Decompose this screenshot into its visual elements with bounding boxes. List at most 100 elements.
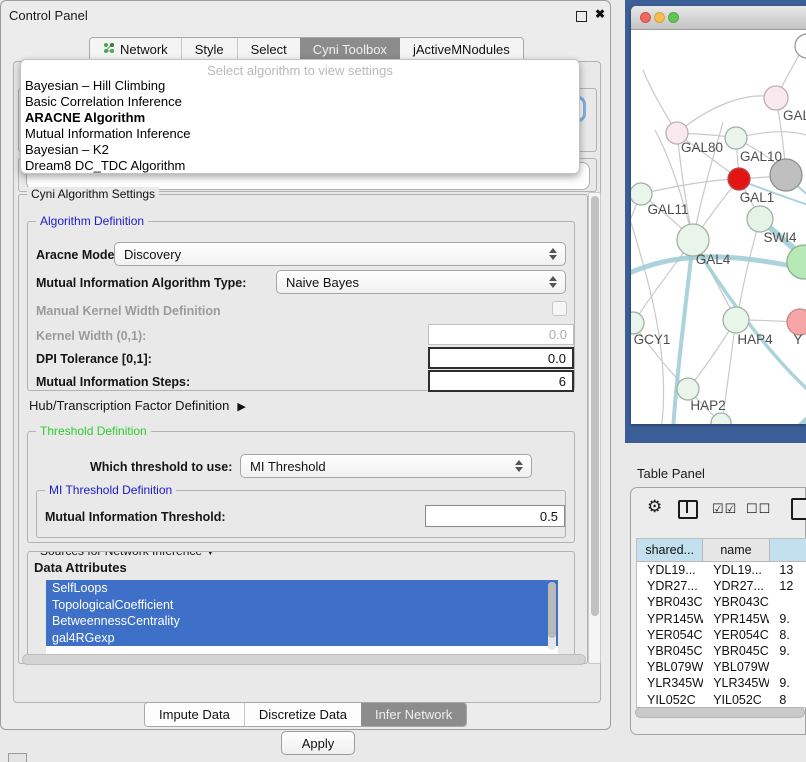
mit-input[interactable]: 0.5 bbox=[425, 505, 565, 527]
minimize-traffic-light-icon[interactable] bbox=[654, 12, 665, 23]
manual-kernel-label: Manual Kernel Width Definition bbox=[36, 304, 221, 318]
network-node[interactable] bbox=[747, 206, 773, 232]
table-row[interactable]: YBL079WYBL079W bbox=[637, 659, 806, 675]
mi-type-value: Naive Bayes bbox=[286, 275, 359, 290]
document-icon[interactable] bbox=[791, 498, 806, 520]
algorithm-list: Bayesian – Hill ClimbingBasic Correlatio… bbox=[21, 78, 579, 174]
tab-infer-network[interactable]: Infer Network bbox=[361, 703, 466, 726]
bottom-left-mini-button[interactable] bbox=[8, 753, 27, 762]
algorithm-option[interactable]: Bayesian – K2 bbox=[21, 142, 579, 158]
network-node-label: Y bbox=[793, 332, 802, 347]
data-attribute-item[interactable]: gal4RGexp bbox=[46, 630, 558, 647]
algorithm-option[interactable]: Bayesian – Hill Climbing bbox=[21, 78, 579, 94]
network-node-label: GAL4 bbox=[696, 252, 731, 267]
dpi-tolerance-input[interactable]: 0.0 bbox=[428, 347, 574, 369]
table-row[interactable]: YDL19...YDL19...13 bbox=[637, 562, 806, 578]
settings-vertical-scrollbar[interactable] bbox=[588, 192, 601, 664]
zoom-traffic-light-icon[interactable] bbox=[668, 12, 679, 23]
table-row[interactable]: YBR043CYBR043C bbox=[637, 594, 806, 610]
tab-cyni-toolbox-label: Cyni Toolbox bbox=[313, 38, 387, 61]
table-row[interactable]: YER054CYER054C8. bbox=[637, 627, 806, 643]
tab-style[interactable]: Style bbox=[181, 38, 237, 61]
float-window-icon[interactable] bbox=[576, 11, 587, 22]
list-scrollbar[interactable] bbox=[548, 582, 556, 650]
table-cell: YDR27... bbox=[637, 579, 703, 593]
table-cell: YPR145W bbox=[703, 612, 769, 626]
network-window-titlebar[interactable] bbox=[631, 6, 806, 30]
select-all-checkboxes-icon[interactable]: ☑☑ bbox=[712, 501, 737, 517]
network-canvas[interactable]: GALGAL80GAL10GAL11GAL1SWI4GAL4GCY1HAP4YH… bbox=[631, 30, 806, 424]
tab-cyni-toolbox[interactable]: Cyni Toolbox bbox=[300, 38, 400, 61]
tab-select-label: Select bbox=[251, 38, 287, 61]
tab-network[interactable]: Network bbox=[90, 38, 181, 61]
tab-style-label: Style bbox=[195, 38, 224, 61]
table-cell: 13 bbox=[769, 563, 806, 577]
network-node[interactable] bbox=[711, 413, 731, 424]
tab-select[interactable]: Select bbox=[237, 38, 300, 61]
network-node-label: GAL80 bbox=[681, 140, 723, 155]
network-node[interactable] bbox=[725, 127, 747, 149]
table-panel-window: ⚙ ☑☑ ☐☐ shared... name YDL19...YDL19...1… bbox=[630, 487, 806, 735]
cyni-algorithm-settings-group: Cyni Algorithm Settings Algorithm Defini… bbox=[18, 194, 588, 664]
table-row[interactable]: YLR345WYLR345W9. bbox=[637, 675, 806, 691]
network-node[interactable] bbox=[728, 168, 750, 190]
column-header-name[interactable]: name bbox=[703, 539, 769, 561]
network-node-label: GAL1 bbox=[740, 190, 775, 205]
algorithm-option[interactable]: Basic Correlation Inference bbox=[21, 94, 579, 110]
network-node[interactable] bbox=[795, 34, 806, 58]
column-header-partial[interactable] bbox=[770, 539, 806, 561]
hub-definition-toggle[interactable]: Hub/Transcription Factor Definition▶ bbox=[29, 398, 246, 413]
node-table: shared... name YDL19...YDL19...13YDR27..… bbox=[636, 538, 806, 708]
mi-type-select[interactable]: Naive Bayes bbox=[276, 270, 566, 294]
table-cell: YPR145W bbox=[637, 612, 703, 626]
cyni-toolbox-panel: Select algorithm to view settings Bayesi… bbox=[13, 61, 601, 703]
which-threshold-select[interactable]: MI Threshold bbox=[240, 454, 532, 478]
tab-discretize-data[interactable]: Discretize Data bbox=[244, 703, 361, 726]
manual-kernel-checkbox[interactable] bbox=[552, 301, 567, 316]
column-header-shared[interactable]: shared... bbox=[637, 539, 703, 561]
deselect-all-checkboxes-icon[interactable]: ☐☐ bbox=[746, 501, 771, 517]
network-node[interactable] bbox=[787, 245, 806, 279]
table-row[interactable]: YDR27...YDR27...12 bbox=[637, 578, 806, 594]
close-traffic-light-icon[interactable] bbox=[640, 12, 651, 23]
table-cell: YBR045C bbox=[637, 644, 703, 658]
network-node-label: SWI4 bbox=[763, 230, 796, 245]
split-columns-icon[interactable] bbox=[678, 500, 698, 519]
threshold-definition-group: Threshold Definition Which threshold to … bbox=[27, 431, 575, 543]
table-cell: 9. bbox=[769, 612, 806, 626]
table-row[interactable]: YPR145WYPR145W9. bbox=[637, 611, 806, 627]
table-cell: YIL052C bbox=[637, 693, 703, 707]
table-horizontal-scrollbar[interactable] bbox=[635, 707, 805, 718]
table-row[interactable]: YBR045CYBR045C9. bbox=[637, 643, 806, 659]
aracne-mode-select[interactable]: Discovery bbox=[114, 242, 566, 266]
data-attributes-list: SelfLoopsTopologicalCoefficientBetweenne… bbox=[46, 580, 558, 654]
algorithm-option[interactable]: ARACNE Algorithm bbox=[21, 110, 579, 126]
table-cell: YBL079W bbox=[637, 660, 703, 674]
network-node[interactable] bbox=[677, 378, 699, 400]
table-body: YDL19...YDL19...13YDR27...YDR27...12YBR0… bbox=[637, 562, 806, 708]
kernel-width-input[interactable]: 0.0 bbox=[428, 324, 574, 345]
gear-icon[interactable]: ⚙ bbox=[647, 497, 662, 517]
which-threshold-value: MI Threshold bbox=[250, 459, 326, 474]
table-row[interactable]: YIL052CYIL052C8 bbox=[637, 692, 806, 708]
tab-jactivemnodules[interactable]: jActiveMNodules bbox=[400, 38, 523, 61]
data-attribute-item[interactable]: SelfLoops bbox=[46, 580, 558, 597]
network-node-label: GAL bbox=[783, 108, 806, 123]
settings-horizontal-scrollbar[interactable] bbox=[22, 654, 586, 665]
algorithm-option[interactable]: Dream8 DC_TDC Algorithm bbox=[21, 158, 579, 174]
stepper-arrows-icon bbox=[549, 248, 557, 260]
algorithm-option[interactable]: Mutual Information Inference bbox=[21, 126, 579, 142]
data-attribute-item[interactable]: BetweennessCentrality bbox=[46, 613, 558, 630]
data-attribute-item[interactable]: TopologicalCoefficient bbox=[46, 597, 558, 614]
close-icon[interactable]: ✖ bbox=[595, 7, 605, 21]
network-node-label: HAP4 bbox=[737, 332, 773, 347]
apply-button[interactable]: Apply bbox=[281, 731, 355, 755]
network-node[interactable] bbox=[764, 86, 788, 110]
network-node[interactable] bbox=[631, 312, 644, 334]
tab-impute-data[interactable]: Impute Data bbox=[145, 703, 244, 726]
sources-legend[interactable]: Sources for Network Inference ▼ bbox=[36, 551, 219, 558]
table-cell: YLR345W bbox=[703, 676, 769, 690]
network-node-label: GAL10 bbox=[740, 149, 782, 164]
network-node[interactable] bbox=[723, 307, 749, 333]
mi-steps-input[interactable]: 6 bbox=[428, 370, 574, 392]
